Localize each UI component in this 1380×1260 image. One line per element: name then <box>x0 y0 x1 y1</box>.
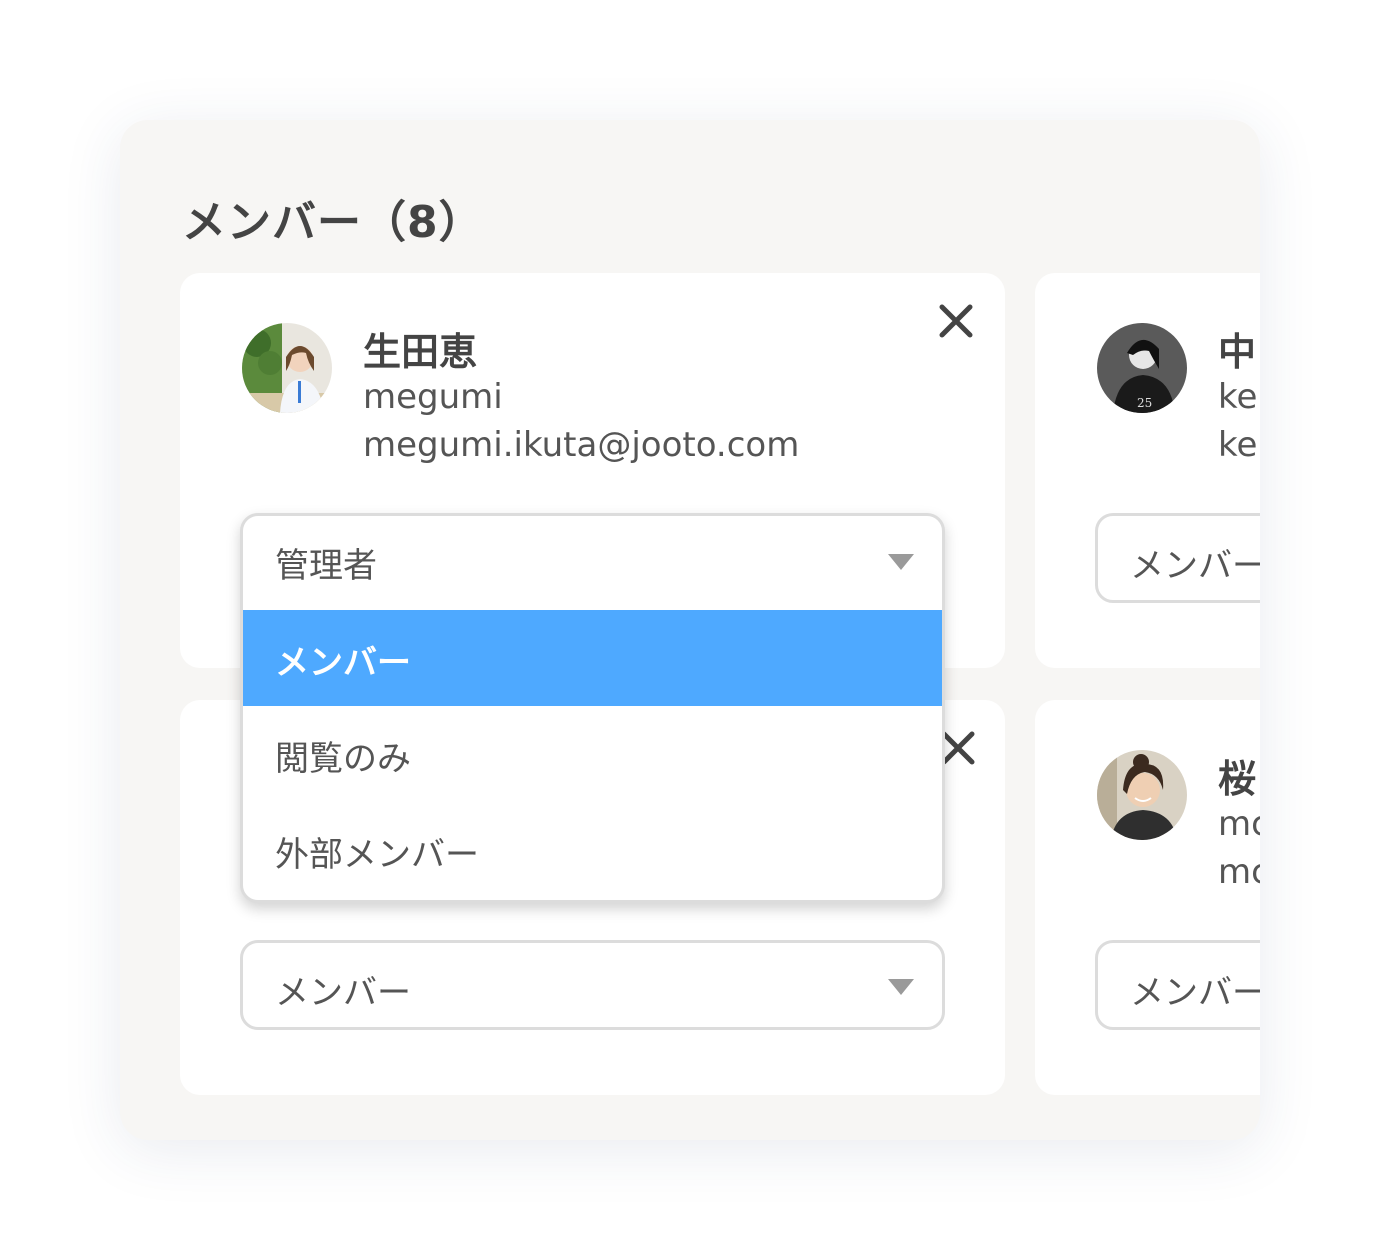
caret-down-icon <box>888 554 914 570</box>
role-option-external-member[interactable]: 外部メンバー <box>243 802 942 898</box>
role-option-label: 外部メンバー <box>275 835 479 875</box>
member-username: ke <box>1218 377 1258 417</box>
avatar <box>242 323 332 413</box>
member-username: megumi <box>363 377 503 417</box>
member-card: 25 中 ke ke メンバー <box>1035 273 1260 668</box>
avatar: 25 <box>1097 323 1187 413</box>
role-select-value: 管理者 <box>275 546 377 586</box>
role-option-label: 閲覧のみ <box>275 739 411 779</box>
svg-text:25: 25 <box>1137 396 1152 410</box>
role-option-view-only[interactable]: 閲覧のみ <box>243 706 942 802</box>
role-select[interactable]: メンバー <box>1095 513 1260 603</box>
member-name: 桜 <box>1218 757 1257 801</box>
remove-member-button[interactable] <box>936 301 976 341</box>
role-select-value: メンバー <box>1130 546 1260 586</box>
avatar <box>1097 750 1187 840</box>
role-select[interactable]: メンバー <box>1095 940 1260 1030</box>
role-option-member[interactable]: メンバー <box>243 610 942 706</box>
role-option-label: メンバー <box>275 643 411 683</box>
member-username: mc <box>1218 804 1260 844</box>
role-dropdown[interactable]: 管理者 メンバー 閲覧のみ 外部メンバー <box>240 513 945 903</box>
members-panel: メンバー（8） 生田恵 megumi megumi.ikuta@jooto.co… <box>120 120 1260 1140</box>
member-email: ke <box>1218 425 1258 465</box>
member-email: megumi.ikuta@jooto.com <box>363 425 800 465</box>
role-select-value: メンバー <box>1130 973 1260 1013</box>
panel-title: メンバー（8） <box>182 197 484 248</box>
member-email: mc <box>1218 852 1260 892</box>
caret-down-icon <box>888 979 914 995</box>
role-select[interactable]: メンバー <box>240 940 945 1030</box>
role-select-value: メンバー <box>275 973 411 1013</box>
member-name: 中 <box>1218 330 1257 374</box>
role-select[interactable]: 管理者 <box>243 516 942 610</box>
member-card: 桜 mc mc メンバー <box>1035 700 1260 1095</box>
close-icon <box>939 304 973 338</box>
member-name: 生田恵 <box>363 330 478 374</box>
